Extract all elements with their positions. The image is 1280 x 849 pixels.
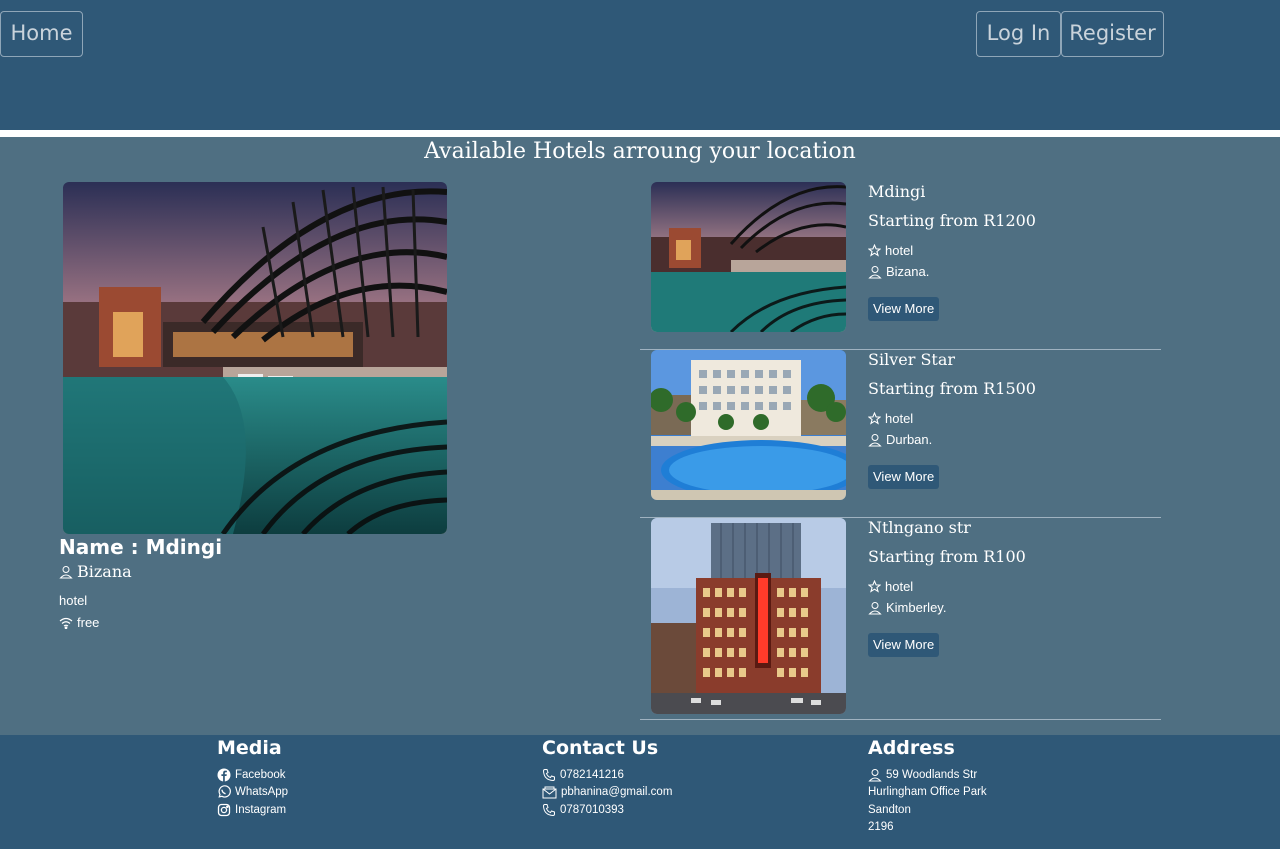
hotel-type: hotel <box>868 243 913 258</box>
person-icon <box>868 768 882 782</box>
featured-hotel-name: Name : Mdingi <box>59 535 223 559</box>
featured-hotel-location: Bizana <box>59 562 132 581</box>
whatsapp-label: WhatsApp <box>235 786 289 799</box>
phone-link[interactable]: 0787010393 <box>542 801 672 819</box>
instagram-link[interactable]: Instagram <box>217 801 288 819</box>
hotel-location-label: Kimberley. <box>886 600 947 615</box>
phone-icon <box>542 803 556 817</box>
phone-label: 0787010393 <box>560 803 624 816</box>
email-link[interactable]: pbhanina@gmail.com <box>542 784 672 802</box>
person-icon <box>868 265 882 279</box>
featured-hotel-wifi: free <box>59 615 99 630</box>
hotel-card-image[interactable] <box>651 518 846 714</box>
address-street: 59 Woodlands Str <box>886 768 978 781</box>
address-line: Hurlingham Office Park <box>868 786 987 799</box>
instagram-icon <box>217 803 231 817</box>
phone-label: 0782141216 <box>560 768 624 781</box>
envelope-icon <box>542 786 557 799</box>
featured-location-label: Bizana <box>77 562 132 581</box>
star-icon <box>868 244 881 257</box>
footer: Media Facebook WhatsApp Instagram Contac… <box>0 735 1280 849</box>
hotel-card: Mdingi Starting from R1200 hotel Bizana.… <box>640 182 1161 350</box>
wifi-icon <box>59 617 73 629</box>
instagram-label: Instagram <box>235 803 287 816</box>
view-more-button[interactable]: View More <box>868 297 940 321</box>
person-icon <box>59 565 73 579</box>
featured-hotel-image[interactable] <box>63 182 447 534</box>
login-button[interactable]: Log In <box>976 11 1061 57</box>
address-line: Sandton <box>868 803 911 816</box>
hotel-type-label: hotel <box>885 579 914 594</box>
whatsapp-link[interactable]: WhatsApp <box>217 784 288 802</box>
email-label: pbhanina@gmail.com <box>561 786 673 799</box>
hotel-card: Silver Star Starting from R1500 hotel Du… <box>640 350 1161 518</box>
hotel-name: Ntlngano str <box>868 518 971 537</box>
person-icon <box>868 433 882 447</box>
page-title: Available Hotels arroung your location <box>424 139 856 164</box>
phone-icon <box>542 768 556 782</box>
hotel-price: Starting from R1500 <box>868 379 1036 398</box>
hotel-card: Ntlngano str Starting from R100 hotel Ki… <box>640 518 1161 720</box>
hotel-type-label: hotel <box>885 411 914 426</box>
phone-link[interactable]: 0782141216 <box>542 766 672 784</box>
hotel-location: Durban. <box>868 432 932 447</box>
person-icon <box>868 601 882 615</box>
view-more-button[interactable]: View More <box>868 465 940 489</box>
header-divider <box>0 130 1280 137</box>
facebook-label: Facebook <box>235 768 286 781</box>
hotel-type: hotel <box>868 411 913 426</box>
hotel-type: hotel <box>868 579 913 594</box>
hotel-price: Starting from R1200 <box>868 211 1036 230</box>
whatsapp-icon <box>217 785 231 799</box>
view-more-button[interactable]: View More <box>868 633 940 657</box>
contact-heading: Contact Us <box>542 737 659 759</box>
featured-hotel-type: hotel <box>59 593 88 608</box>
address-line: 59 Woodlands Str <box>868 766 987 784</box>
hotel-card-image[interactable] <box>651 350 846 500</box>
facebook-icon <box>217 768 231 782</box>
home-button[interactable]: Home <box>0 11 83 57</box>
footer-contact: Contact Us 0782141216 pbhanina@gmail.com… <box>542 735 672 819</box>
hotel-type-label: hotel <box>885 243 914 258</box>
address-heading: Address <box>868 737 955 759</box>
hotel-card-image[interactable] <box>651 182 846 332</box>
hotel-location: Kimberley. <box>868 600 946 615</box>
register-button[interactable]: Register <box>1061 11 1164 57</box>
star-icon <box>868 412 881 425</box>
hotel-location-label: Bizana. <box>886 264 930 279</box>
footer-media: Media Facebook WhatsApp Instagram <box>217 735 288 819</box>
wifi-label: free <box>77 615 100 630</box>
hotel-location-label: Durban. <box>886 432 933 447</box>
hotel-name: Silver Star <box>868 350 956 369</box>
hotel-price: Starting from R100 <box>868 547 1026 566</box>
facebook-link[interactable]: Facebook <box>217 766 288 784</box>
address-line: 2196 <box>868 821 894 834</box>
top-navbar: Home Log In Register <box>0 0 1280 130</box>
hotel-location: Bizana. <box>868 264 929 279</box>
hotel-name: Mdingi <box>868 182 926 201</box>
footer-address: Address 59 Woodlands Str Hurlingham Offi… <box>868 735 987 836</box>
media-heading: Media <box>217 737 282 759</box>
star-icon <box>868 580 881 593</box>
